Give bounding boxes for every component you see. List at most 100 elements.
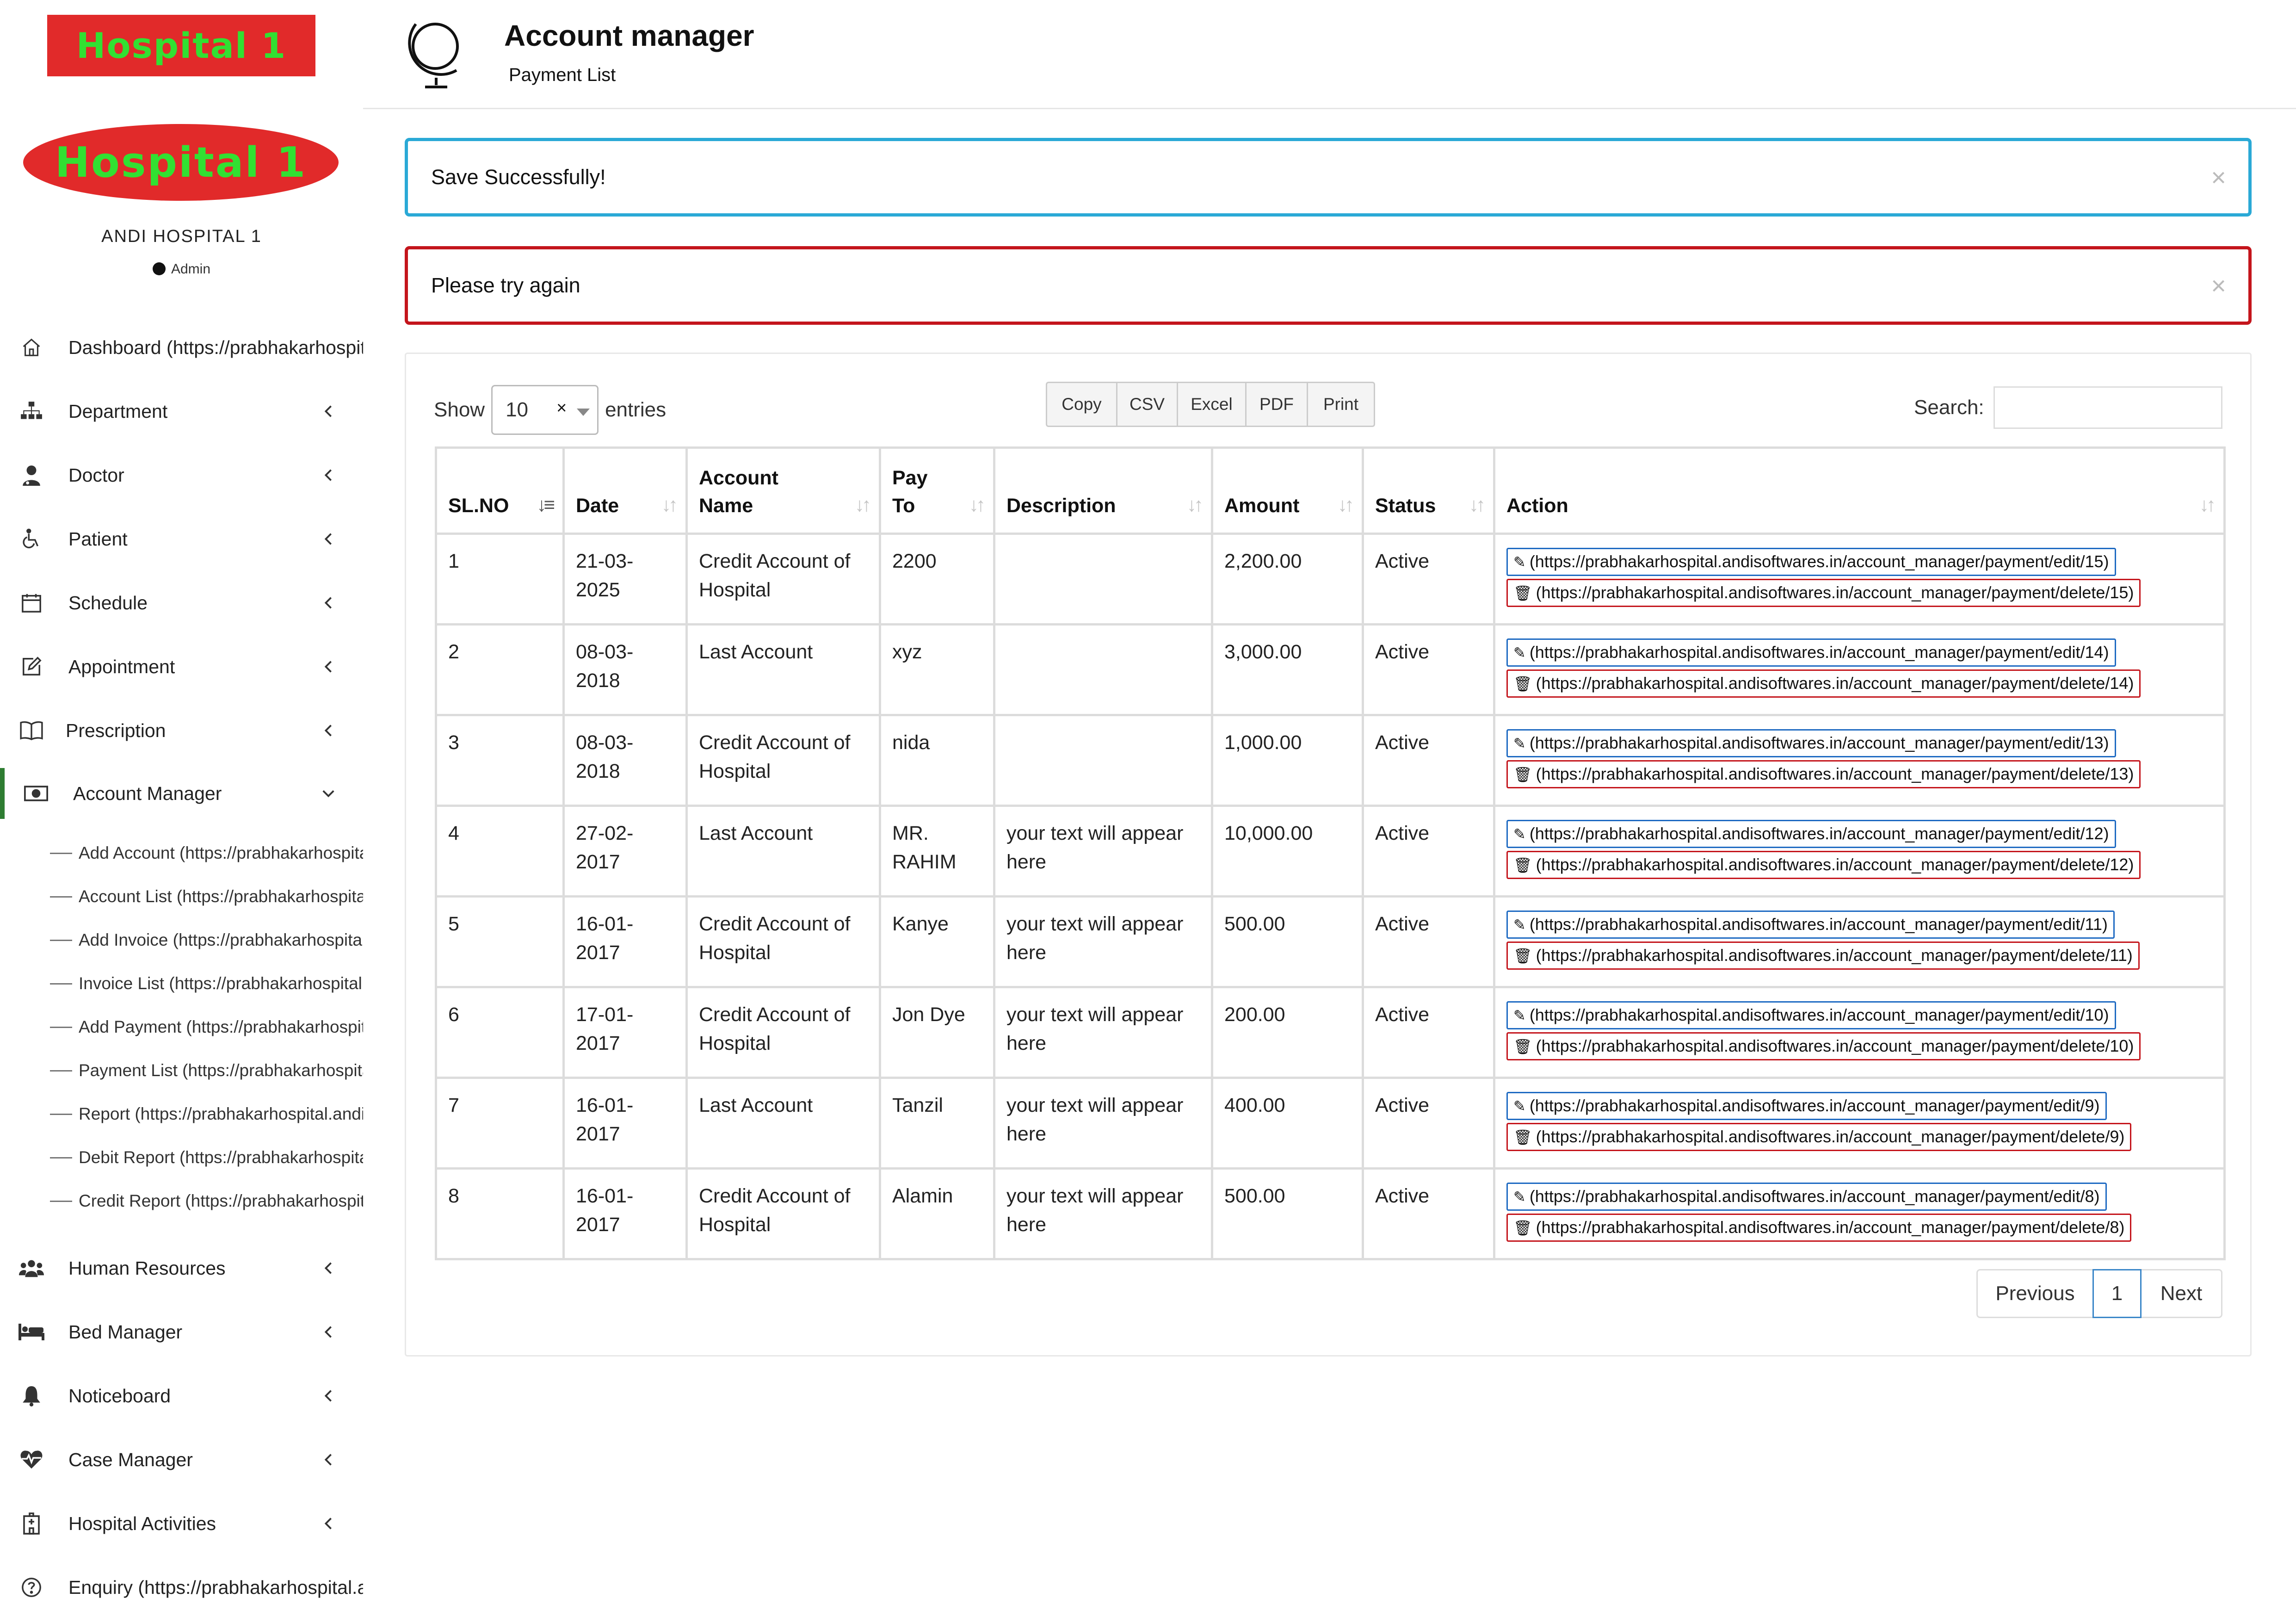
- sidebar-item-department[interactable]: Department: [0, 386, 363, 437]
- sort-icon: ↓↑: [2199, 494, 2216, 516]
- close-icon[interactable]: ×: [2211, 271, 2226, 301]
- sidebar-item-label: Hospital Activities: [68, 1512, 216, 1534]
- chevron-left-icon: [319, 402, 338, 421]
- cell-pay-to: MR. RAHIM: [879, 805, 995, 898]
- chevron-left-icon: [319, 466, 338, 484]
- submenu-item-add-payment[interactable]: Add Payment (https://prabhakarhospital.a…: [50, 1009, 363, 1046]
- edit-icon: [18, 653, 45, 681]
- entries-select[interactable]: 10 ×: [491, 385, 599, 435]
- cell-status: Active: [1362, 805, 1495, 898]
- close-icon[interactable]: ×: [2211, 162, 2226, 192]
- cell-pay-to: xyz: [879, 623, 995, 716]
- previous-page-button[interactable]: Previous: [1976, 1269, 2094, 1318]
- edit-link[interactable]: ✎ (https://prabhakarhospital.andisoftware…: [1506, 820, 2116, 848]
- trash-icon: 🗑: [1513, 948, 1532, 964]
- cell-action: ✎ (https://prabhakarhospital.andisoftware…: [1493, 986, 2226, 1079]
- submenu-item-invoice-list[interactable]: Invoice List (https://prabhakarhospital.…: [50, 965, 363, 1002]
- sidebar-item-schedule[interactable]: Schedule: [0, 577, 363, 628]
- dash-icon: [50, 1200, 72, 1202]
- question-circle-icon: [18, 1573, 45, 1601]
- cell-sl-no: 7: [435, 1077, 565, 1170]
- column-header-description[interactable]: Description ↓↑: [993, 446, 1213, 535]
- hospital-logo-banner[interactable]: Hospital 1: [47, 15, 315, 76]
- edit-link[interactable]: ✎ (https://prabhakarhospital.andisoftware…: [1506, 548, 2116, 576]
- edit-link-text: (https://prabhakarhospital.andisoftwares…: [1529, 824, 2109, 843]
- cell-status: Active: [1362, 895, 1495, 988]
- submenu-item-add-invoice[interactable]: Add Invoice (https://prabhakarhospital.a…: [50, 922, 363, 959]
- book-icon: [18, 717, 45, 744]
- cell-status: Active: [1362, 1077, 1495, 1170]
- alert-message: Save Successfully!: [431, 165, 606, 189]
- clear-icon[interactable]: ×: [556, 398, 567, 418]
- chevron-left-icon: [319, 1514, 338, 1533]
- edit-link[interactable]: ✎ (https://prabhakarhospital.andisoftware…: [1506, 1183, 2107, 1211]
- copy-button[interactable]: Copy: [1046, 382, 1117, 427]
- sidebar-item-dashboard[interactable]: Dashboard (https://prabhakarhospital.and…: [0, 322, 363, 373]
- edit-link[interactable]: ✎ (https://prabhakarhospital.andisoftware…: [1506, 729, 2116, 757]
- delete-link[interactable]: 🗑 (https://prabhakarhospital.andisoftware…: [1506, 760, 2141, 788]
- edit-link[interactable]: ✎ (https://prabhakarhospital.andisoftware…: [1506, 1001, 2116, 1029]
- sidebar-item-prescription[interactable]: Prescription: [0, 705, 363, 756]
- edit-link[interactable]: ✎ (https://prabhakarhospital.andisoftware…: [1506, 1092, 2107, 1120]
- chevron-left-icon: [319, 657, 338, 676]
- submenu-item-account-list[interactable]: Account List (https://prabhakarhospital.…: [50, 878, 363, 915]
- search-input[interactable]: [1993, 386, 2222, 429]
- edit-link[interactable]: ✎ (https://prabhakarhospital.andisoftware…: [1506, 911, 2115, 939]
- submenu-item-credit-report[interactable]: Credit Report (https://prabhakarhospital…: [50, 1183, 363, 1220]
- submenu-item-payment-list[interactable]: Payment List (https://prabhakarhospital.…: [50, 1052, 363, 1089]
- next-page-button[interactable]: Next: [2140, 1269, 2222, 1318]
- payment-table: SL.NO ↓≡ Date ↓↑ Account Name ↓↑ Pay To ↓↑ D…: [435, 446, 2226, 1260]
- print-button[interactable]: Print: [1307, 382, 1375, 427]
- chevron-left-icon: [319, 721, 338, 740]
- excel-button[interactable]: Excel: [1177, 382, 1247, 427]
- dash-icon: [50, 983, 72, 985]
- delete-link-text: (https://prabhakarhospital.andisoftwares…: [1536, 583, 2134, 602]
- delete-link[interactable]: 🗑 (https://prabhakarhospital.andisoftware…: [1506, 1032, 2141, 1060]
- edit-icon: ✎: [1513, 1007, 1526, 1024]
- entries-length-control: Show 10 × entries: [434, 384, 666, 435]
- delete-link[interactable]: 🗑 (https://prabhakarhospital.andisoftware…: [1506, 1214, 2132, 1242]
- edit-link[interactable]: ✎ (https://prabhakarhospital.andisoftware…: [1506, 638, 2116, 667]
- cell-sl-no: 2: [435, 623, 565, 716]
- column-header-status[interactable]: Status ↓↑: [1362, 446, 1495, 535]
- column-header-amount[interactable]: Amount ↓↑: [1211, 446, 1364, 535]
- sidebar-item-label: Department: [68, 400, 168, 422]
- column-header-sl-no[interactable]: SL.NO ↓≡: [435, 446, 565, 535]
- pdf-button[interactable]: PDF: [1245, 382, 1308, 427]
- csv-button[interactable]: CSV: [1116, 382, 1178, 427]
- delete-link[interactable]: 🗑 (https://prabhakarhospital.andisoftware…: [1506, 851, 2141, 879]
- sidebar-item-label: Case Manager: [68, 1449, 193, 1470]
- cell-date: 21-03-2025: [562, 533, 688, 626]
- submenu-item-add-account[interactable]: Add Account (https://prabhakarhospital.a…: [50, 835, 363, 872]
- chevron-left-icon: [319, 1259, 338, 1277]
- sidebar-item-human-resources[interactable]: Human Resources: [0, 1243, 363, 1294]
- sidebar-item-appointment[interactable]: Appointment: [0, 641, 363, 692]
- table-row: 8 16-01-2017 Credit Account of Hospital …: [435, 1167, 2226, 1260]
- sidebar-item-account-manager[interactable]: Account Manager: [0, 768, 363, 819]
- hospital-logo-oval: Hospital 1: [23, 124, 339, 201]
- column-header-pay-to[interactable]: Pay To ↓↑: [879, 446, 995, 535]
- submenu-item-debit-report[interactable]: Debit Report (https://prabhakarhospital.…: [50, 1139, 363, 1176]
- delete-link[interactable]: 🗑 (https://prabhakarhospital.andisoftware…: [1506, 1123, 2132, 1151]
- sidebar-item-noticeboard[interactable]: Noticeboard: [0, 1370, 363, 1421]
- delete-link[interactable]: 🗑 (https://prabhakarhospital.andisoftware…: [1506, 579, 2141, 607]
- column-header-date[interactable]: Date ↓↑: [562, 446, 688, 535]
- cell-amount: 500.00: [1211, 895, 1364, 988]
- column-header-action[interactable]: Action ↓↑: [1493, 446, 2226, 535]
- sidebar-item-bed-manager[interactable]: Bed Manager: [0, 1307, 363, 1357]
- submenu-item-report[interactable]: Report (https://prabhakarhospital.andiso…: [50, 1096, 363, 1133]
- delete-link[interactable]: 🗑 (https://prabhakarhospital.andisoftware…: [1506, 942, 2140, 970]
- table-header-row: SL.NO ↓≡ Date ↓↑ Account Name ↓↑ Pay To ↓↑ D…: [435, 446, 2226, 535]
- cell-account-name: Last Account: [685, 623, 881, 716]
- delete-link[interactable]: 🗑 (https://prabhakarhospital.andisoftware…: [1506, 669, 2141, 698]
- sidebar-item-doctor[interactable]: Doctor: [0, 450, 363, 501]
- sidebar-item-hospital-activities[interactable]: Hospital Activities: [0, 1498, 363, 1549]
- column-header-account-name[interactable]: Account Name ↓↑: [685, 446, 881, 535]
- cell-amount: 1,000.00: [1211, 714, 1364, 807]
- sort-icon: ↓↑: [661, 494, 678, 516]
- page-1-button[interactable]: 1: [2092, 1269, 2142, 1318]
- sidebar-item-case-manager[interactable]: Case Manager: [0, 1434, 363, 1485]
- cell-pay-to: Kanye: [879, 895, 995, 988]
- sidebar-item-enquiry[interactable]: Enquiry (https://prabhakarhospital.andis…: [0, 1562, 363, 1613]
- sidebar-item-patient[interactable]: Patient: [0, 514, 363, 564]
